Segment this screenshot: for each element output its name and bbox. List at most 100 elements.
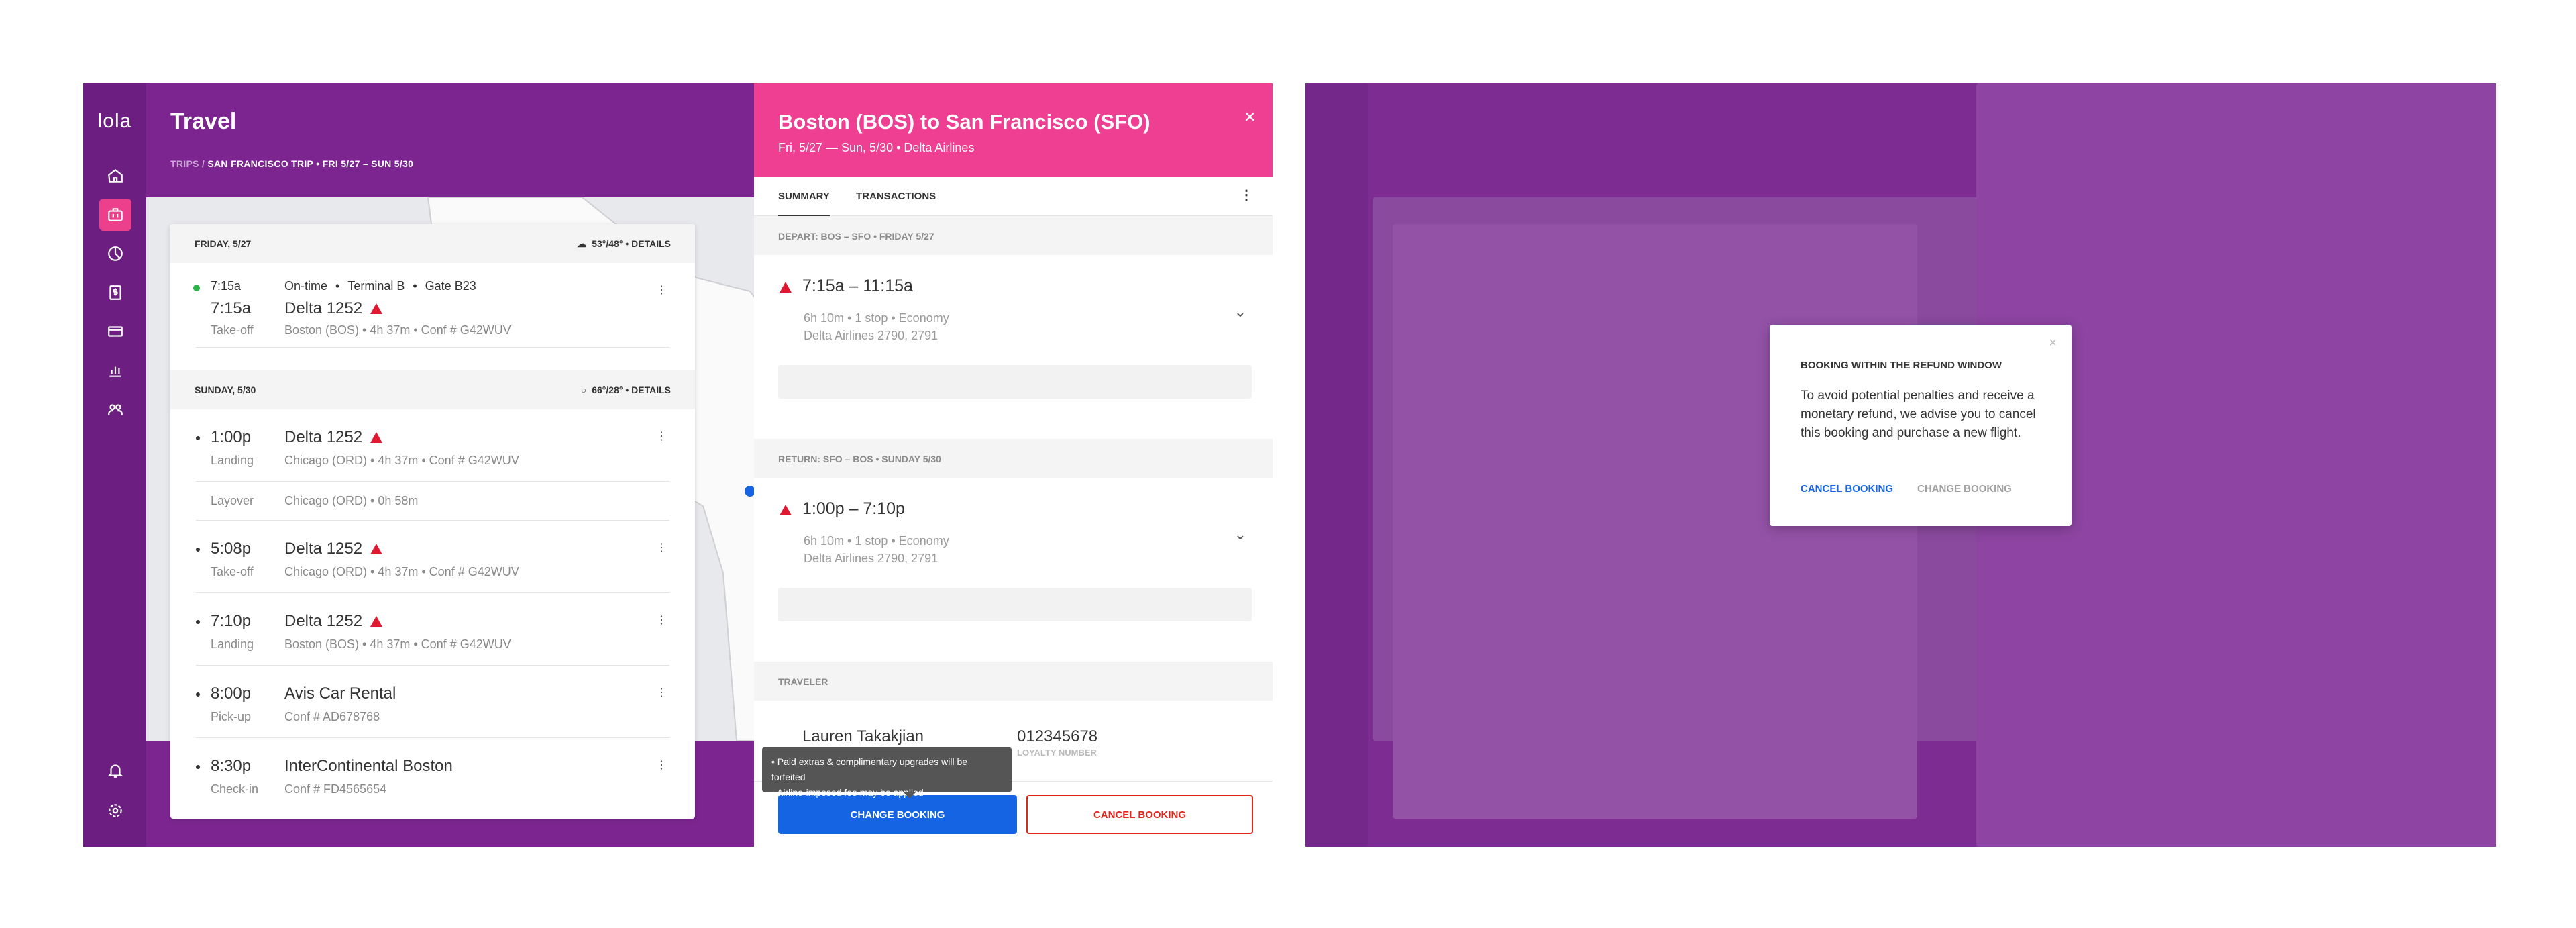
- chevron-down-icon[interactable]: ⌄: [1234, 526, 1246, 544]
- layover-detail: Chicago (ORD) • 0h 58m: [284, 494, 419, 507]
- weather-details[interactable]: ☁ 53°/48° • DETAILS: [577, 238, 671, 250]
- weather-text: 53°/48° • DETAILS: [592, 238, 671, 249]
- status-dot: [193, 285, 200, 291]
- breadcrumb-root[interactable]: TRIPS: [170, 158, 199, 169]
- item-name-text: Delta 1252: [284, 612, 363, 630]
- itinerary-row[interactable]: 1:00p Landing Delta 1252 Chicago (ORD) •…: [196, 409, 669, 482]
- itinerary-row[interactable]: 7:15a On-time • Terminal B • Gate B23 7:…: [193, 263, 669, 348]
- day-header: SUNDAY, 5/30 ○ 66°/28° • DETAILS: [170, 370, 695, 409]
- timeline-dot: [196, 548, 200, 552]
- item-sub: Take-off: [211, 565, 254, 578]
- dialog-body: To avoid potential penalties and receive…: [1801, 389, 2036, 440]
- dimmed-sidebar: [1305, 83, 1368, 847]
- item-detail: Conf # FD4565654: [284, 782, 387, 796]
- return-time: 1:00p – 7:10p: [802, 499, 905, 518]
- logo: lola: [97, 110, 132, 132]
- briefcase-icon[interactable]: [99, 199, 131, 231]
- pane-subtitle: Fri, 5/27 — Sun, 5/30 • Delta Airlines: [778, 141, 975, 154]
- delta-logo-icon: [780, 505, 792, 515]
- item-name: Avis Car Rental: [284, 684, 396, 703]
- status-time: 7:15a: [211, 279, 241, 293]
- kebab-menu-icon[interactable]: ⋮: [656, 613, 669, 631]
- pane-title: Boston (BOS) to San Francisco (SFO): [778, 110, 1150, 134]
- terminal: Terminal B: [347, 279, 405, 293]
- day-header: FRIDAY, 5/27 ☁ 53°/48° • DETAILS: [170, 224, 695, 263]
- bell-icon[interactable]: [99, 754, 131, 786]
- map-button[interactable]: [778, 365, 1252, 399]
- item-name-text: Delta 1252: [284, 539, 363, 558]
- layover-label: Layover: [211, 494, 254, 507]
- dimmed-screen: × BOOKING WITHIN THE REFUND WINDOW To av…: [1305, 83, 2496, 847]
- itinerary-row[interactable]: 8:00p Pick-up Avis Car Rental Conf # AD6…: [196, 666, 669, 738]
- itinerary-row[interactable]: 7:10p Landing Delta 1252 Boston (BOS) • …: [196, 593, 669, 666]
- traveler-name: Lauren Takakjian: [802, 727, 924, 745]
- loyalty-number: 012345678: [1017, 727, 1098, 745]
- item-name: Delta 1252: [284, 539, 383, 558]
- chevron-down-icon[interactable]: ⌄: [1234, 303, 1246, 321]
- item-sub: Pick-up: [211, 710, 252, 723]
- layover-row: Layover Chicago (ORD) • 0h 58m: [196, 482, 669, 521]
- tab-summary[interactable]: SUMMARY: [778, 191, 830, 217]
- itinerary-row[interactable]: 8:30p Check-in InterContinental Boston C…: [196, 738, 669, 811]
- return-info: 6h 10m • 1 stop • Economy: [804, 534, 949, 548]
- item-time: 7:15a: [211, 299, 252, 317]
- depart-flights: Delta Airlines 2790, 2791: [804, 329, 938, 342]
- timeline-dot: [196, 692, 200, 697]
- depart-time: 7:15a – 11:15a: [802, 276, 913, 295]
- item-time: 8:30p: [211, 757, 252, 775]
- item-name-text: Delta 1252: [284, 299, 363, 317]
- depart-flight[interactable]: 7:15a – 11:15a 6h 10m • 1 stop • Economy…: [754, 255, 1273, 342]
- change-booking-button[interactable]: CHANGE BOOKING: [778, 795, 1017, 834]
- settings-icon[interactable]: [99, 794, 131, 827]
- refund-dialog: × BOOKING WITHIN THE REFUND WINDOW To av…: [1770, 325, 2072, 526]
- timeline-dot: [196, 436, 200, 440]
- return-flights: Delta Airlines 2790, 2791: [804, 552, 938, 565]
- depart-section-label: DEPART: BOS – SFO • FRIDAY 5/27: [754, 216, 1273, 255]
- day-label: SUNDAY, 5/30: [195, 384, 256, 395]
- map-button[interactable]: [778, 588, 1252, 621]
- home-icon[interactable]: [99, 160, 131, 192]
- team-icon[interactable]: [99, 393, 131, 425]
- tooltip-line: • Airline-imposed fee may be applied: [771, 787, 924, 798]
- sun-icon: ○: [580, 384, 587, 395]
- bar-chart-icon[interactable]: [99, 354, 131, 386]
- delta-logo-icon: [370, 544, 383, 554]
- close-icon[interactable]: ×: [1244, 106, 1256, 129]
- kebab-menu-icon[interactable]: ⋮: [656, 429, 669, 447]
- tooltip: • Paid extras & complimentary upgrades w…: [762, 747, 1012, 798]
- kebab-menu-icon[interactable]: ⋮: [656, 541, 669, 558]
- itinerary-row[interactable]: 5:08p Take-off Delta 1252 Chicago (ORD) …: [196, 521, 669, 593]
- kebab-menu-icon[interactable]: ⋮: [656, 283, 669, 301]
- kebab-menu-icon[interactable]: ⋮: [656, 686, 669, 703]
- tab-transactions[interactable]: TRANSACTIONS: [856, 191, 936, 202]
- item-name: Delta 1252: [284, 612, 383, 631]
- loyalty-label: LOYALTY NUMBER: [1017, 747, 1097, 758]
- item-time: 7:10p: [211, 612, 252, 630]
- breadcrumb-dates: FRI 5/27 – SUN 5/30: [322, 158, 414, 169]
- item-detail: Boston (BOS) • 4h 37m • Conf # G42WUV: [284, 637, 511, 651]
- credit-card-icon[interactable]: [99, 315, 131, 348]
- delta-logo-icon: [780, 282, 792, 293]
- kebab-menu-icon[interactable]: ⋮: [1240, 187, 1253, 203]
- cloud-icon: ☁: [577, 238, 587, 249]
- weather-details[interactable]: ○ 66°/28° • DETAILS: [581, 384, 671, 395]
- delta-logo-icon: [370, 616, 383, 627]
- return-flight[interactable]: 1:00p – 7:10p 6h 10m • 1 stop • Economy …: [754, 478, 1273, 565]
- dialog-change-booking-button[interactable]: CHANGE BOOKING: [1917, 483, 2012, 495]
- dialog-cancel-booking-button[interactable]: CANCEL BOOKING: [1801, 483, 1893, 495]
- kebab-menu-icon[interactable]: ⋮: [656, 758, 669, 776]
- delta-logo-icon: [370, 432, 383, 443]
- item-sub: Landing: [211, 454, 254, 467]
- dollar-icon[interactable]: [99, 276, 131, 309]
- cancel-booking-button[interactable]: CANCEL BOOKING: [1026, 795, 1253, 834]
- booking-detail-pane: Boston (BOS) to San Francisco (SFO) Fri,…: [754, 83, 1273, 847]
- pie-chart-icon[interactable]: [99, 238, 131, 270]
- status-text: On-time: [284, 279, 328, 293]
- item-name: Delta 1252: [284, 299, 383, 318]
- weather-text: 66°/28° • DETAILS: [592, 384, 671, 395]
- close-icon[interactable]: ×: [2049, 336, 2057, 351]
- item-time: 8:00p: [211, 684, 252, 703]
- item-detail: Boston (BOS) • 4h 37m • Conf # G42WUV: [284, 323, 511, 337]
- item-detail: Chicago (ORD) • 4h 37m • Conf # G42WUV: [284, 454, 519, 467]
- tab-bar: SUMMARY TRANSACTIONS ⋮: [754, 177, 1273, 217]
